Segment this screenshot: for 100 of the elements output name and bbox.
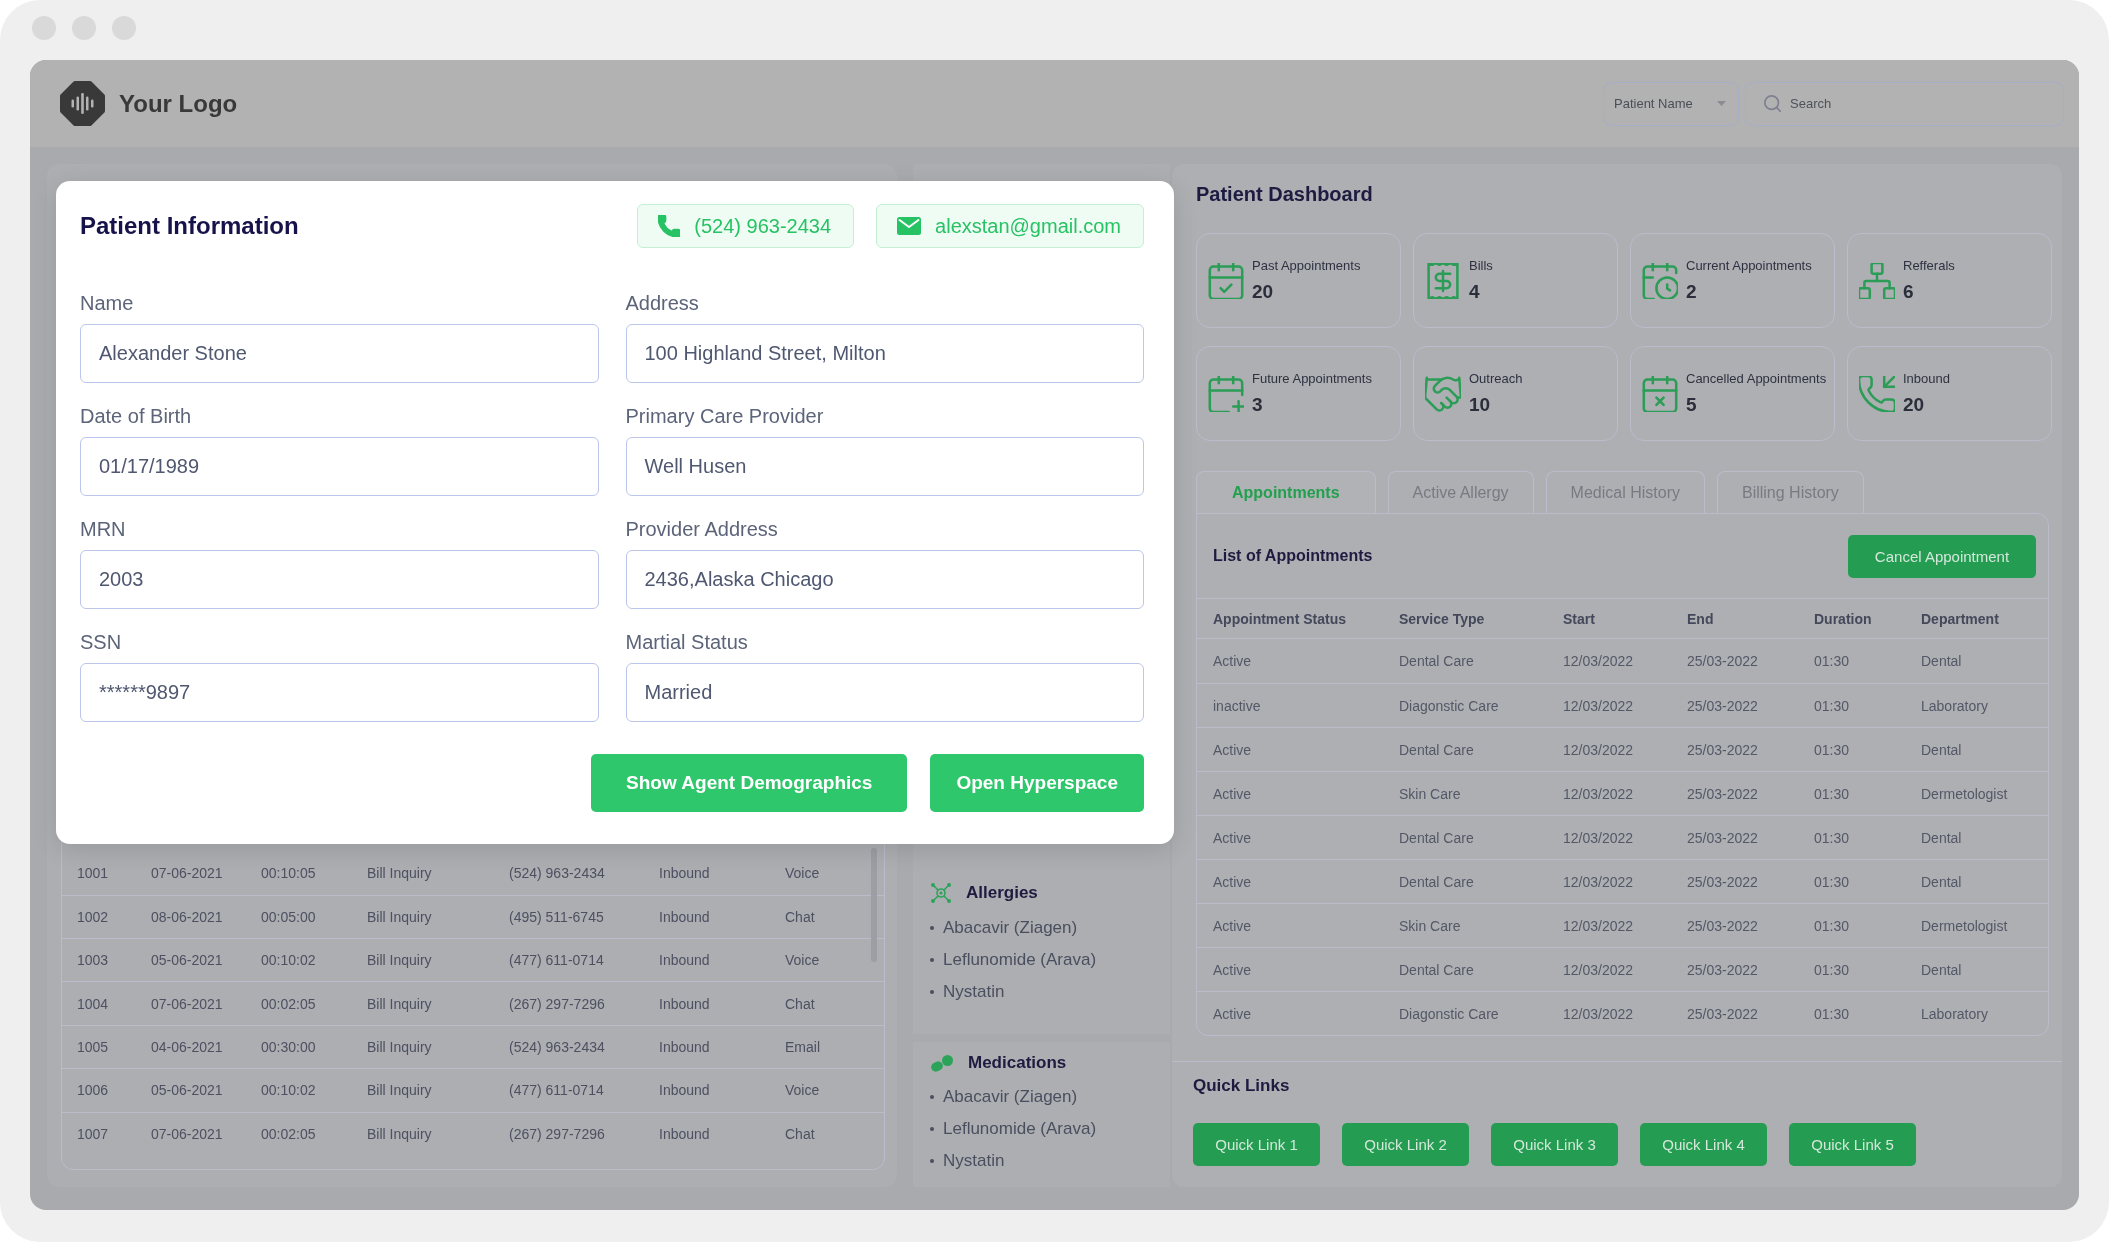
search-field[interactable]: Search bbox=[1745, 81, 2064, 126]
table-cell-text: 04-06-2021 bbox=[151, 1039, 224, 1055]
table-cell-text: 05-06-2021 bbox=[151, 952, 224, 969]
table-cell-text: Bill Inquiry bbox=[367, 1126, 433, 1143]
input-field[interactable]: Well Husen bbox=[625, 437, 1144, 496]
table-cell-text: Laboratory bbox=[1921, 697, 1989, 714]
handshake-icon bbox=[1425, 375, 1461, 412]
cancel-appointment-button[interactable]: Cancel Appointment bbox=[1848, 534, 2036, 578]
table-cell-text: 1002 bbox=[77, 908, 110, 925]
table-cell-text: Active bbox=[1213, 653, 1253, 669]
table-cell-text: Dental bbox=[1921, 653, 1963, 669]
table-cell-text: 1003 bbox=[77, 952, 110, 969]
table-cell-text: 01:30 bbox=[1814, 785, 1851, 802]
table-cell-text: 25/03-2022 bbox=[1687, 785, 1759, 802]
table-cell-text: Bill Inquiry bbox=[367, 952, 433, 969]
medication-item: Abacavir (Ziagen) bbox=[930, 1081, 1170, 1113]
stat-value: 3 bbox=[1252, 394, 1264, 416]
column-header: Appointment Status bbox=[1213, 610, 1347, 627]
caret-icon bbox=[1717, 101, 1726, 106]
table-cell-text: Chat bbox=[785, 1126, 816, 1143]
filter-dropdown[interactable]: Patient Name bbox=[1603, 81, 1739, 126]
table-cell-text: 25/03-2022 bbox=[1687, 961, 1759, 978]
field-label: Date of Birth bbox=[80, 404, 193, 428]
table-cell-text: Dental bbox=[1921, 829, 1963, 846]
table-cell-text: 25/03-2022 bbox=[1687, 653, 1759, 669]
field-label: MRN bbox=[80, 517, 127, 541]
table-cell-text: (524) 963-2434 bbox=[509, 1039, 606, 1055]
table-cell-text: 01:30 bbox=[1814, 653, 1851, 669]
input-field[interactable]: ******9897 bbox=[80, 663, 599, 722]
column-header: Start bbox=[1563, 610, 1596, 627]
column-header: End bbox=[1687, 610, 1715, 627]
table-cell-text: 25/03-2022 bbox=[1687, 1005, 1759, 1022]
stat-label: Inbound bbox=[1903, 371, 1950, 386]
table-cell-text: Inbound bbox=[659, 995, 711, 1012]
table-cell-text: 07-06-2021 bbox=[151, 995, 224, 1012]
table-cell-text: Chat bbox=[785, 995, 816, 1012]
table-cell-text: 01:30 bbox=[1814, 1005, 1851, 1022]
table-cell-text: Inbound bbox=[659, 908, 711, 925]
hyperspace-button[interactable]: Open Hyperspace bbox=[930, 754, 1144, 812]
table-cell-text: Active bbox=[1213, 829, 1253, 846]
scrollbar-thumb[interactable] bbox=[871, 848, 877, 963]
stat-label: Bills bbox=[1469, 258, 1493, 273]
input-field[interactable]: 100 Highland Street, Milton bbox=[625, 324, 1144, 383]
demographics-button[interactable]: Show Agent Demographics bbox=[591, 754, 908, 812]
phone-link[interactable]: (524) 963-2434 bbox=[637, 204, 855, 248]
table-cell-text: Chat bbox=[785, 908, 816, 925]
table-cell-text: 1006 bbox=[77, 1082, 110, 1099]
email-link[interactable]: alexstan@gmail.com bbox=[876, 204, 1144, 248]
receipt-icon bbox=[1425, 262, 1461, 299]
table-cell-text: Dermetologist bbox=[1921, 917, 2009, 934]
table-cell-text: Active bbox=[1213, 785, 1253, 802]
table-cell-text: 12/03/2022 bbox=[1563, 1005, 1635, 1022]
table-cell-text: 07-06-2021 bbox=[151, 1126, 224, 1143]
table-cell-text: 07-06-2021 bbox=[151, 865, 224, 882]
table-cell-text: 12/03/2022 bbox=[1563, 917, 1635, 934]
table-cell-text: Dental bbox=[1921, 873, 1963, 890]
table-cell-text: Bill Inquiry bbox=[367, 908, 433, 925]
quick-link-button[interactable]: Quick Link 3 bbox=[1491, 1123, 1618, 1166]
table-cell-text: Inbound bbox=[659, 1126, 711, 1143]
table-cell-text: 12/03/2022 bbox=[1563, 653, 1635, 669]
table-cell-text: (477) 611-0714 bbox=[509, 952, 605, 969]
logo-text: Your Logo bbox=[119, 89, 238, 118]
stat-value: 2 bbox=[1686, 281, 1698, 303]
quick-link-button[interactable]: Quick Link 1 bbox=[1193, 1123, 1320, 1166]
input-field[interactable]: 2003 bbox=[80, 550, 599, 609]
table-cell-text: Active bbox=[1213, 961, 1253, 978]
mail-icon bbox=[897, 217, 922, 235]
table-cell-text: Bill Inquiry bbox=[367, 995, 433, 1012]
tab[interactable]: Appointments bbox=[1196, 471, 1376, 513]
medication-item: Leflunomide (Arava) bbox=[930, 1113, 1170, 1145]
table-cell-text: Dental Care bbox=[1399, 829, 1475, 846]
input-field[interactable]: Married bbox=[625, 663, 1144, 722]
network-icon bbox=[1859, 262, 1895, 299]
medication-item: Nystatin bbox=[930, 1145, 1170, 1177]
table-cell-text: Diagonstic Care bbox=[1399, 697, 1500, 714]
table-cell-text: 01:30 bbox=[1814, 741, 1851, 758]
table-cell-text: Active bbox=[1213, 873, 1253, 890]
stat-label: Refferals bbox=[1903, 258, 1955, 273]
dashboard-title: Patient Dashboard bbox=[1196, 182, 1374, 207]
input-field[interactable]: Alexander Stone bbox=[80, 324, 599, 383]
allergy-item: Abacavir (Ziagen) bbox=[930, 912, 1170, 944]
table-cell-text: Voice bbox=[785, 1082, 821, 1099]
table-cell-text: 00:02:05 bbox=[261, 995, 317, 1012]
table-cell-text: Inbound bbox=[659, 865, 711, 882]
input-field[interactable]: 2436,Alaska Chicago bbox=[625, 550, 1144, 609]
quick-link-button[interactable]: Quick Link 4 bbox=[1640, 1123, 1767, 1166]
calendar-clock-icon bbox=[1642, 262, 1678, 299]
quick-link-button[interactable]: Quick Link 5 bbox=[1789, 1123, 1916, 1166]
table-cell-text: Inbound bbox=[659, 952, 711, 969]
table-cell-text: Skin Care bbox=[1399, 917, 1462, 934]
allergy-item: Leflunomide (Arava) bbox=[930, 944, 1170, 976]
stat-value: 5 bbox=[1686, 394, 1698, 416]
quick-link-button[interactable]: Quick Link 2 bbox=[1342, 1123, 1469, 1166]
table-cell-text: (477) 611-0714 bbox=[509, 1082, 605, 1099]
table-cell-text: 12/03/2022 bbox=[1563, 785, 1635, 802]
table-cell-text: Dental bbox=[1921, 961, 1963, 978]
field-label: Name bbox=[80, 291, 135, 315]
table-cell-text: (267) 297-7296 bbox=[509, 1126, 606, 1143]
input-field[interactable]: 01/17/1989 bbox=[80, 437, 599, 496]
modal-title: Patient Information bbox=[80, 212, 299, 240]
